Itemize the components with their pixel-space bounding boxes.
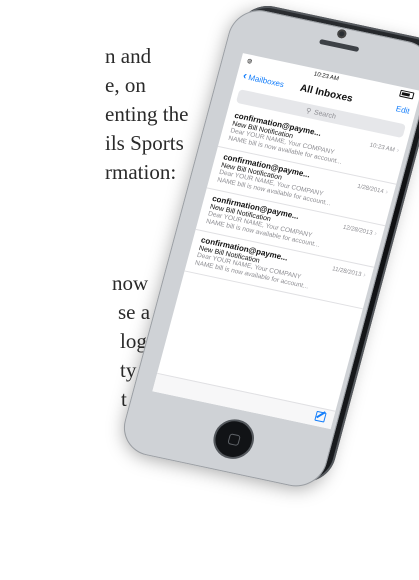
background-line: enting the: [105, 102, 189, 126]
back-label: Mailboxes: [247, 72, 286, 89]
background-line: t: [121, 387, 127, 411]
background-line: ty: [120, 358, 137, 382]
compose-icon[interactable]: [314, 410, 327, 423]
background-line: n and: [105, 44, 152, 68]
background-line: ils Sports: [105, 131, 184, 155]
home-square-icon: [227, 433, 241, 447]
chevron-right-icon: ›: [373, 230, 378, 238]
search-icon: ⚲: [305, 107, 312, 116]
search-placeholder: Search: [313, 108, 337, 121]
background-line: e, on: [105, 73, 146, 97]
background-line: now: [112, 271, 149, 295]
chevron-right-icon: ›: [395, 147, 400, 155]
mailboxes-back-button[interactable]: ‹ Mailboxes: [242, 69, 286, 89]
chevron-right-icon: ›: [384, 188, 389, 197]
background-line: se a: [118, 300, 151, 324]
edit-button[interactable]: Edit: [395, 104, 411, 116]
battery-icon: [399, 89, 415, 99]
chevron-right-icon: ›: [362, 271, 367, 280]
wifi-icon: ◍: [246, 57, 254, 65]
background-line: rmation:: [105, 160, 177, 184]
